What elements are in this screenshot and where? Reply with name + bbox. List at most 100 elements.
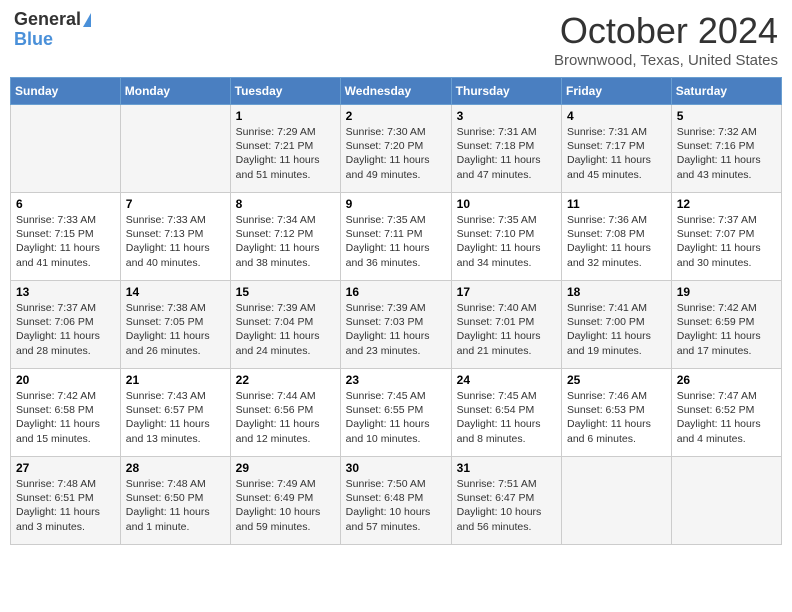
day-detail: Sunrise: 7:38 AMSunset: 7:05 PMDaylight:… [126, 301, 225, 358]
day-header-friday: Friday [562, 78, 672, 105]
calendar-day-cell: 28 Sunrise: 7:48 AMSunset: 6:50 PMDayligh… [120, 457, 230, 545]
calendar-header-row: SundayMondayTuesdayWednesdayThursdayFrid… [11, 78, 782, 105]
day-number: 15 [236, 285, 335, 299]
day-number: 19 [677, 285, 776, 299]
calendar-day-cell: 12 Sunrise: 7:37 AMSunset: 7:07 PMDayligh… [671, 193, 781, 281]
logo-blue-text: Blue [14, 30, 53, 50]
day-header-sunday: Sunday [11, 78, 121, 105]
calendar-day-cell: 29 Sunrise: 7:49 AMSunset: 6:49 PMDayligh… [230, 457, 340, 545]
calendar-week-row: 1 Sunrise: 7:29 AMSunset: 7:21 PMDaylight… [11, 105, 782, 193]
day-number: 23 [346, 373, 446, 387]
day-detail: Sunrise: 7:39 AMSunset: 7:03 PMDaylight:… [346, 301, 446, 358]
day-header-saturday: Saturday [671, 78, 781, 105]
day-detail: Sunrise: 7:35 AMSunset: 7:11 PMDaylight:… [346, 213, 446, 270]
day-number: 8 [236, 197, 335, 211]
calendar-day-cell: 13Sunrise: 7:37 AMSunset: 7:06 PMDayligh… [11, 281, 121, 369]
calendar-week-row: 13Sunrise: 7:37 AMSunset: 7:06 PMDayligh… [11, 281, 782, 369]
calendar-day-cell: 26 Sunrise: 7:47 AMSunset: 6:52 PMDayligh… [671, 369, 781, 457]
day-detail: Sunrise: 7:48 AMSunset: 6:50 PMDaylight:… [126, 477, 225, 534]
day-header-thursday: Thursday [451, 78, 561, 105]
page-header: General Blue October 2024 Brownwood, Tex… [10, 10, 782, 69]
day-number: 31 [457, 461, 556, 475]
day-number: 10 [457, 197, 556, 211]
calendar-day-cell [11, 105, 121, 193]
calendar-week-row: 6 Sunrise: 7:33 AMSunset: 7:15 PMDaylight… [11, 193, 782, 281]
day-number: 5 [677, 109, 776, 123]
day-number: 2 [346, 109, 446, 123]
day-detail: Sunrise: 7:29 AMSunset: 7:21 PMDaylight:… [236, 125, 335, 182]
day-number: 25 [567, 373, 666, 387]
location-text: Brownwood, Texas, United States [554, 52, 778, 69]
calendar-week-row: 27Sunrise: 7:48 AMSunset: 6:51 PMDayligh… [11, 457, 782, 545]
calendar-day-cell: 1 Sunrise: 7:29 AMSunset: 7:21 PMDaylight… [230, 105, 340, 193]
day-detail: Sunrise: 7:42 AMSunset: 6:59 PMDaylight:… [677, 301, 776, 358]
calendar-day-cell [120, 105, 230, 193]
day-detail: Sunrise: 7:46 AMSunset: 6:53 PMDaylight:… [567, 389, 666, 446]
calendar-day-cell: 21 Sunrise: 7:43 AMSunset: 6:57 PMDayligh… [120, 369, 230, 457]
calendar-day-cell: 27Sunrise: 7:48 AMSunset: 6:51 PMDayligh… [11, 457, 121, 545]
calendar-day-cell: 14Sunrise: 7:38 AMSunset: 7:05 PMDayligh… [120, 281, 230, 369]
day-detail: Sunrise: 7:34 AMSunset: 7:12 PMDaylight:… [236, 213, 335, 270]
day-detail: Sunrise: 7:37 AMSunset: 7:07 PMDaylight:… [677, 213, 776, 270]
day-detail: Sunrise: 7:43 AMSunset: 6:57 PMDaylight:… [126, 389, 225, 446]
day-detail: Sunrise: 7:45 AMSunset: 6:54 PMDaylight:… [457, 389, 556, 446]
calendar-day-cell: 6 Sunrise: 7:33 AMSunset: 7:15 PMDaylight… [11, 193, 121, 281]
calendar-day-cell: 2 Sunrise: 7:30 AMSunset: 7:20 PMDaylight… [340, 105, 451, 193]
day-number: 6 [16, 197, 115, 211]
day-detail: Sunrise: 7:30 AMSunset: 7:20 PMDaylight:… [346, 125, 446, 182]
calendar-day-cell: 3 Sunrise: 7:31 AMSunset: 7:18 PMDaylight… [451, 105, 561, 193]
day-number: 29 [236, 461, 335, 475]
day-number: 4 [567, 109, 666, 123]
calendar-day-cell: 4 Sunrise: 7:31 AMSunset: 7:17 PMDaylight… [562, 105, 672, 193]
logo-triangle-icon [83, 13, 91, 27]
day-header-wednesday: Wednesday [340, 78, 451, 105]
calendar-day-cell: 30Sunrise: 7:50 AMSunset: 6:48 PMDayligh… [340, 457, 451, 545]
calendar-day-cell: 7 Sunrise: 7:33 AMSunset: 7:13 PMDaylight… [120, 193, 230, 281]
day-number: 20 [16, 373, 115, 387]
day-number: 3 [457, 109, 556, 123]
day-detail: Sunrise: 7:33 AMSunset: 7:13 PMDaylight:… [126, 213, 225, 270]
day-detail: Sunrise: 7:32 AMSunset: 7:16 PMDaylight:… [677, 125, 776, 182]
day-number: 30 [346, 461, 446, 475]
day-number: 26 [677, 373, 776, 387]
day-number: 17 [457, 285, 556, 299]
day-number: 27 [16, 461, 115, 475]
day-number: 1 [236, 109, 335, 123]
day-number: 22 [236, 373, 335, 387]
calendar-day-cell: 19 Sunrise: 7:42 AMSunset: 6:59 PMDayligh… [671, 281, 781, 369]
calendar-day-cell: 5 Sunrise: 7:32 AMSunset: 7:16 PMDaylight… [671, 105, 781, 193]
day-number: 16 [346, 285, 446, 299]
calendar-day-cell [562, 457, 672, 545]
logo: General Blue [14, 10, 91, 50]
day-number: 24 [457, 373, 556, 387]
day-detail: Sunrise: 7:31 AMSunset: 7:17 PMDaylight:… [567, 125, 666, 182]
day-detail: Sunrise: 7:37 AMSunset: 7:06 PMDaylight:… [16, 301, 115, 358]
day-detail: Sunrise: 7:47 AMSunset: 6:52 PMDaylight:… [677, 389, 776, 446]
day-detail: Sunrise: 7:41 AMSunset: 7:00 PMDaylight:… [567, 301, 666, 358]
day-number: 12 [677, 197, 776, 211]
calendar-day-cell: 24 Sunrise: 7:45 AMSunset: 6:54 PMDayligh… [451, 369, 561, 457]
day-number: 28 [126, 461, 225, 475]
calendar-day-cell: 11Sunrise: 7:36 AMSunset: 7:08 PMDayligh… [562, 193, 672, 281]
calendar-day-cell: 16 Sunrise: 7:39 AMSunset: 7:03 PMDayligh… [340, 281, 451, 369]
day-detail: Sunrise: 7:42 AMSunset: 6:58 PMDaylight:… [16, 389, 115, 446]
day-number: 21 [126, 373, 225, 387]
calendar-table: SundayMondayTuesdayWednesdayThursdayFrid… [10, 77, 782, 545]
day-header-monday: Monday [120, 78, 230, 105]
day-number: 7 [126, 197, 225, 211]
day-detail: Sunrise: 7:49 AMSunset: 6:49 PMDaylight:… [236, 477, 335, 534]
calendar-day-cell: 9Sunrise: 7:35 AMSunset: 7:11 PMDaylight… [340, 193, 451, 281]
title-block: October 2024 Brownwood, Texas, United St… [554, 10, 778, 69]
calendar-day-cell: 17 Sunrise: 7:40 AMSunset: 7:01 PMDayligh… [451, 281, 561, 369]
logo-general-text: General [14, 10, 81, 30]
calendar-day-cell: 8 Sunrise: 7:34 AMSunset: 7:12 PMDaylight… [230, 193, 340, 281]
day-detail: Sunrise: 7:40 AMSunset: 7:01 PMDaylight:… [457, 301, 556, 358]
day-detail: Sunrise: 7:35 AMSunset: 7:10 PMDaylight:… [457, 213, 556, 270]
day-header-tuesday: Tuesday [230, 78, 340, 105]
calendar-day-cell [671, 457, 781, 545]
day-detail: Sunrise: 7:33 AMSunset: 7:15 PMDaylight:… [16, 213, 115, 270]
day-detail: Sunrise: 7:36 AMSunset: 7:08 PMDaylight:… [567, 213, 666, 270]
day-detail: Sunrise: 7:31 AMSunset: 7:18 PMDaylight:… [457, 125, 556, 182]
calendar-day-cell: 20 Sunrise: 7:42 AMSunset: 6:58 PMDayligh… [11, 369, 121, 457]
calendar-day-cell: 22Sunrise: 7:44 AMSunset: 6:56 PMDayligh… [230, 369, 340, 457]
